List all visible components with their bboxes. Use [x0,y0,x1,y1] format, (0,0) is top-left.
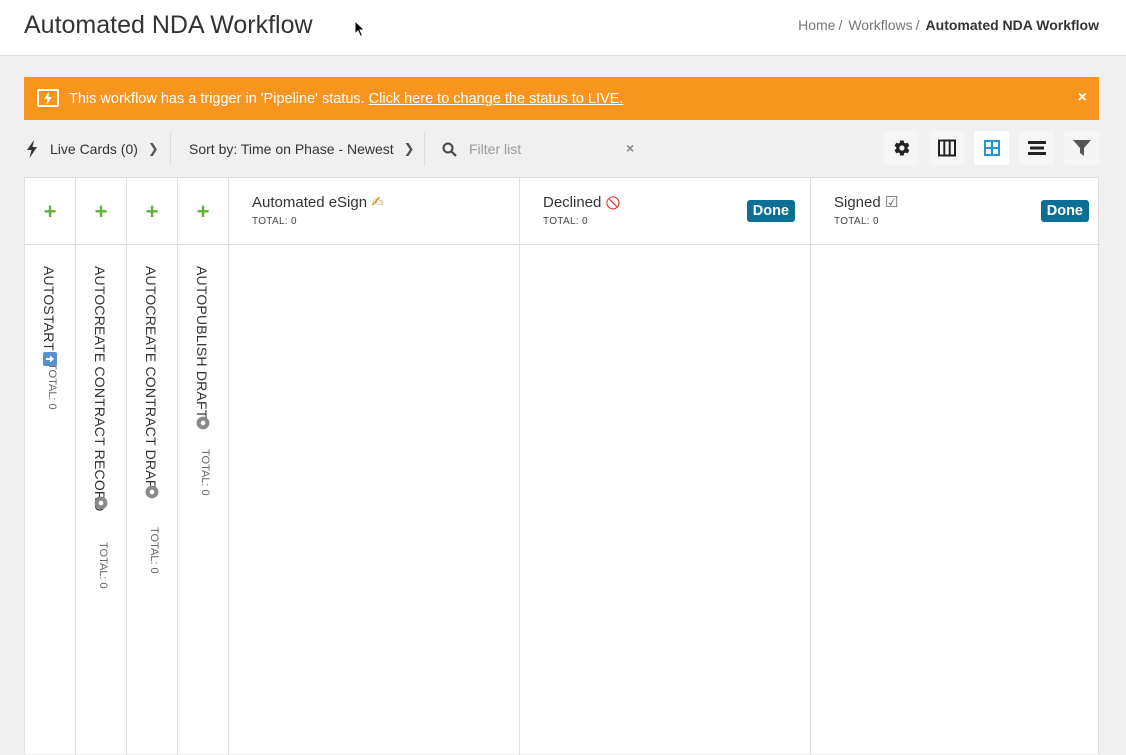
mouse-cursor-icon [354,20,366,38]
phase-column-collapsed: + AUTOPUBLISH DRAFT TOTAL: 0 [178,178,229,755]
live-cards-button[interactable]: Live Cards (0) ❯ [26,126,159,172]
lightning-icon [27,140,37,158]
prohibited-icon: 🚫 [605,196,621,210]
banner-message: This workflow has a trigger in 'Pipeline… [69,90,623,108]
gear-icon [894,140,909,156]
columns-icon [937,139,956,157]
divider [127,244,178,245]
breadcrumb-workflows[interactable]: Workflows [848,16,912,34]
board-toolbar: Live Cards (0) ❯ Sort by: Time on Phase … [24,126,1099,172]
filter-list-input[interactable] [469,141,619,157]
divider [229,244,519,245]
phase-total: TOTAL: 0 [543,216,588,227]
phase-label[interactable]: AUTOSTART TOTAL: 0 [39,266,59,410]
sort-label: Sort by: Time on Phase - Newest [189,141,394,157]
phase-total: TOTAL: 0 [46,363,58,410]
divider [520,244,810,245]
lightning-icon [37,89,59,107]
phase-column-collapsed: + AUTOCREATE CONTRACT DRAFT TOTAL: 0 [127,178,178,755]
breadcrumb-home[interactable]: Home [798,16,835,34]
phase-header[interactable]: Declined 🚫 [543,193,621,213]
done-badge: Done [746,200,795,222]
arrow-right-icon [43,352,57,366]
search-icon [442,142,457,157]
columns-view-button[interactable] [929,131,964,165]
list-icon [1027,141,1046,155]
live-cards-label: Live Cards (0) [50,141,138,157]
divider [424,132,425,166]
divider [811,244,1100,245]
done-badge: Done [1040,200,1089,222]
phase-total: TOTAL: 0 [148,527,160,575]
pipeline-status-banner: This workflow has a trigger in 'Pipeline… [24,77,1099,120]
add-card-button[interactable]: + [76,200,126,224]
add-card-button[interactable]: + [127,200,177,224]
phase-column-collapsed: + AUTOSTART TOTAL: 0 [25,178,76,755]
page-title: Automated NDA Workflow [24,11,313,39]
phase-total: TOTAL: 0 [97,541,109,589]
sort-button[interactable]: Sort by: Time on Phase - Newest ❯ [189,126,415,172]
phase-label[interactable]: AUTOCREATE CONTRACT DRAFT TOTAL: 0 [141,266,161,574]
add-card-button[interactable]: + [178,200,228,224]
phase-label[interactable]: AUTOPUBLISH DRAFT TOTAL: 0 [192,266,212,495]
breadcrumb-current: Automated NDA Workflow [925,17,1099,33]
phase-column: Declined 🚫 TOTAL: 0 Done [520,178,811,755]
change-status-link[interactable]: Click here to change the status to LIVE. [369,91,624,107]
phase-name: Automated eSign [252,194,368,211]
phase-total: TOTAL: 0 [199,448,211,496]
breadcrumb-separator: / [838,17,843,33]
phase-name: AUTOCREATE CONTRACT RECORD [92,266,108,512]
phase-label[interactable]: AUTOCREATE CONTRACT RECORD TOTAL: 0 [90,266,110,588]
phase-column-collapsed: + AUTOCREATE CONTRACT RECORD TOTAL: 0 [76,178,127,755]
pen-icon: ✍ [371,194,384,211]
divider [25,244,76,245]
close-banner-button[interactable]: × [1078,89,1087,107]
clear-filter-button[interactable]: × [626,140,634,156]
checkbox-icon: ☑ [884,194,899,211]
divider [170,132,171,166]
phase-name: AUTOPUBLISH DRAFT [194,266,210,419]
filter-button[interactable] [1064,131,1099,165]
phase-name: AUTOSTART [41,266,57,352]
phase-total: TOTAL: 0 [252,216,297,227]
filter-icon [1072,139,1091,156]
phase-header[interactable]: Automated eSign ✍ [252,193,384,213]
chevron-right-icon: ❯ [403,141,415,156]
chevron-right-icon: ❯ [147,141,159,156]
filter-search [442,126,619,172]
breadcrumb-separator: / [915,17,920,33]
workflow-board: + AUTOSTART TOTAL: 0 + AUTOCREATE CONTRA… [24,177,1100,755]
phase-column: Automated eSign ✍ TOTAL: 0 [229,178,520,755]
phase-name: Declined [543,194,602,211]
banner-text: This workflow has a trigger in 'Pipeline… [69,91,365,107]
phase-header[interactable]: Signed ☑ [834,193,898,213]
settings-button[interactable] [884,131,919,165]
page-header: Automated NDA Workflow Home / Workflows … [0,0,1126,56]
grid-icon [983,140,1000,156]
board-view-button[interactable] [974,131,1009,165]
phase-name: Signed [834,194,881,211]
divider [76,244,127,245]
breadcrumb: Home / Workflows / Automated NDA Workflo… [798,16,1099,34]
phase-column: Signed ☑ TOTAL: 0 Done [811,178,1100,755]
phase-total: TOTAL: 0 [834,216,879,227]
phase-name: AUTOCREATE CONTRACT DRAFT [143,266,159,498]
list-view-button[interactable] [1019,131,1054,165]
gear-icon [94,496,108,510]
gear-icon [196,416,210,430]
gear-icon [145,485,159,499]
add-card-button[interactable]: + [25,200,75,224]
divider [178,244,229,245]
